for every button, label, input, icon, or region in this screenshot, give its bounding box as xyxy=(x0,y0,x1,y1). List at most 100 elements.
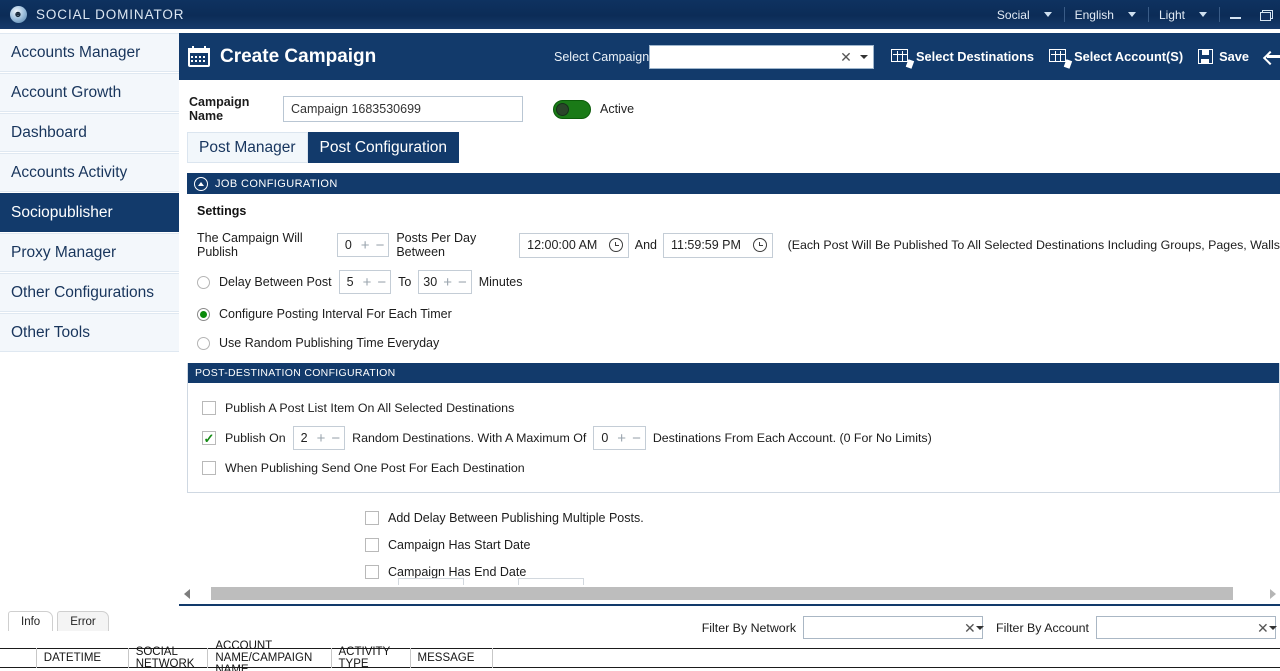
plus-icon[interactable]: + xyxy=(317,431,326,446)
delay-to-stepper[interactable]: 30 + − xyxy=(418,270,472,294)
main-content: Create Campaign Select Campaign ✕ Select… xyxy=(179,33,1280,606)
minus-icon[interactable]: − xyxy=(377,275,386,290)
checkbox-campaign-has-start-date[interactable] xyxy=(365,537,379,552)
grid-column-activity-type[interactable]: ACTIVITY TYPE xyxy=(332,646,411,670)
minus-icon[interactable]: − xyxy=(376,238,385,253)
publish-prefix-label: The Campaign Will Publish xyxy=(197,231,303,259)
chevron-down-icon[interactable] xyxy=(855,54,873,59)
checkbox-add-delay-multiple-posts[interactable] xyxy=(365,510,379,525)
sidebar-item-dashboard[interactable]: Dashboard xyxy=(0,113,179,152)
max-destinations-tail-label: Destinations From Each Account. (0 For N… xyxy=(652,431,932,445)
back-button[interactable]: Bac xyxy=(1264,49,1280,64)
horizontal-scrollbar[interactable] xyxy=(179,585,1280,602)
select-campaign-input[interactable] xyxy=(650,45,837,68)
campaign-active-toggle[interactable] xyxy=(553,99,591,119)
plus-icon[interactable]: + xyxy=(617,431,626,446)
one-post-each-destination-row[interactable]: When Publishing Send One Post For Each D… xyxy=(202,453,1279,483)
time-to-field[interactable]: 11:59:59 PM xyxy=(662,232,773,258)
posts-per-day-label: Posts Per Day Between xyxy=(396,231,477,259)
radio-delay-between-post[interactable] xyxy=(197,275,210,289)
publish-on-random-destinations-row[interactable]: ✓ Publish On 2 + − Random Destinations. … xyxy=(202,423,1279,453)
save-button[interactable]: Save xyxy=(1198,49,1249,64)
random-destinations-stepper[interactable]: 2 + − xyxy=(292,426,346,450)
delay-between-post-option[interactable]: Delay Between Post 5 + − To 30 + − Minut… xyxy=(197,270,1280,294)
grid-column-account-campaign-name[interactable]: ACCOUNT NAME/CAMPAIGN NAME xyxy=(208,640,332,671)
sidebar-item-accounts-manager[interactable]: Accounts Manager xyxy=(0,33,179,72)
one-post-each-destination-label: When Publishing Send One Post For Each D… xyxy=(225,461,525,475)
radio-random-publishing-time[interactable] xyxy=(197,336,210,350)
checkbox-campaign-has-end-date[interactable] xyxy=(365,564,379,579)
titlebar-selector-social[interactable]: Social xyxy=(987,0,1064,29)
restore-icon xyxy=(1259,9,1273,21)
titlebar-selector-theme[interactable]: Light xyxy=(1149,0,1219,29)
sidebar-item-proxy-manager[interactable]: Proxy Manager xyxy=(0,233,179,272)
configure-posting-interval-option[interactable]: Configure Posting Interval For Each Time… xyxy=(197,307,1280,321)
clock-icon[interactable] xyxy=(752,238,767,252)
time-to-value: 11:59:59 PM xyxy=(670,238,741,252)
checkbox-one-post-each-destination[interactable] xyxy=(202,461,216,475)
tab-error[interactable]: Error xyxy=(57,611,109,631)
sidebar-item-other-tools[interactable]: Other Tools xyxy=(0,313,179,352)
checkbox-publish-on-random[interactable]: ✓ xyxy=(202,431,216,445)
plus-icon[interactable]: + xyxy=(363,275,372,290)
tab-post-manager[interactable]: Post Manager xyxy=(187,132,308,163)
scrollbar-thumb[interactable] xyxy=(211,587,1233,600)
time-from-field[interactable]: 12:00:00 AM xyxy=(519,232,629,258)
scroll-left-button[interactable] xyxy=(179,588,194,599)
chevron-up-icon[interactable] xyxy=(194,176,208,191)
grid-column-selector[interactable] xyxy=(0,648,37,668)
minimize-button[interactable] xyxy=(1220,0,1250,29)
titlebar-selector-language[interactable]: English xyxy=(1065,0,1148,29)
filter-by-account-label: Filter By Account xyxy=(996,620,1089,635)
filter-by-account-combobox[interactable]: ✕ xyxy=(1096,616,1277,639)
delay-between-post-label: Delay Between Post xyxy=(219,275,332,289)
delay-from-stepper[interactable]: 5 + − xyxy=(338,270,392,294)
clock-icon[interactable] xyxy=(608,238,623,252)
grid-column-datetime[interactable]: DATETIME xyxy=(37,648,129,668)
minus-icon[interactable]: − xyxy=(458,275,467,290)
clear-x-icon[interactable]: ✕ xyxy=(1257,621,1269,635)
select-campaign-combobox[interactable]: ✕ xyxy=(649,44,874,69)
campaign-active-toggle-group: Active xyxy=(553,99,634,119)
plus-icon[interactable]: + xyxy=(443,275,452,290)
max-destinations-stepper[interactable]: 0 + − xyxy=(593,426,646,450)
job-configuration-header[interactable]: JOB CONFIGURATION xyxy=(187,173,1280,194)
title-bar: ☻ SOCIAL DOMINATOR Social English Light xyxy=(0,0,1280,29)
minus-icon[interactable]: − xyxy=(331,431,340,446)
random-publishing-time-option[interactable]: Use Random Publishing Time Everyday xyxy=(197,336,1280,350)
filter-by-account-input[interactable] xyxy=(1097,617,1257,638)
minus-icon[interactable]: − xyxy=(632,431,641,446)
sidebar-item-label: Sociopublisher xyxy=(11,203,113,221)
clear-x-icon[interactable]: ✕ xyxy=(964,621,976,635)
tab-post-configuration[interactable]: Post Configuration xyxy=(307,132,460,163)
scrollbar-track[interactable] xyxy=(194,587,1265,600)
filter-by-network-combobox[interactable]: ✕ xyxy=(803,616,984,639)
sidebar-item-accounts-activity[interactable]: Accounts Activity xyxy=(0,153,179,192)
radio-configure-posting-interval[interactable] xyxy=(197,307,210,321)
chevron-down-icon[interactable] xyxy=(1268,625,1277,630)
grid-column-social-network[interactable]: SOCIAL NETWORK xyxy=(129,646,209,670)
checkbox-publish-post-list-item[interactable] xyxy=(202,401,216,415)
select-accounts-label: Select Account(S) xyxy=(1074,49,1184,64)
plus-icon[interactable]: + xyxy=(361,238,370,253)
application-window: ☻ SOCIAL DOMINATOR Social English Light xyxy=(0,0,1280,671)
sidebar-item-label: Other Tools xyxy=(11,323,90,341)
restore-button[interactable] xyxy=(1250,0,1280,29)
publish-post-list-item-row[interactable]: Publish A Post List Item On All Selected… xyxy=(202,393,1279,423)
chevron-down-icon[interactable] xyxy=(975,625,984,630)
campaign-name-input[interactable] xyxy=(283,96,523,122)
publish-hint-text: (Each Post Will Be Published To All Sele… xyxy=(787,238,1280,252)
sidebar-item-account-growth[interactable]: Account Growth xyxy=(0,73,179,112)
grid-column-message[interactable]: MESSAGE xyxy=(411,648,494,668)
sidebar-item-other-configurations[interactable]: Other Configurations xyxy=(0,273,179,312)
filter-by-network-input[interactable] xyxy=(804,617,965,638)
posts-per-day-stepper[interactable]: 0 + − xyxy=(336,233,390,257)
campaign-has-start-date-row[interactable]: Campaign Has Start Date xyxy=(365,531,1280,558)
select-accounts-button[interactable]: Select Account(S) xyxy=(1049,49,1184,69)
clear-x-icon[interactable]: ✕ xyxy=(837,50,855,64)
sidebar-item-sociopublisher[interactable]: Sociopublisher xyxy=(0,193,179,232)
select-destinations-button[interactable]: Select Destinations xyxy=(891,49,1034,69)
add-delay-multiple-posts-row[interactable]: Add Delay Between Publishing Multiple Po… xyxy=(365,504,1280,531)
scroll-right-button[interactable] xyxy=(1265,588,1280,599)
tab-info[interactable]: Info xyxy=(8,611,54,631)
